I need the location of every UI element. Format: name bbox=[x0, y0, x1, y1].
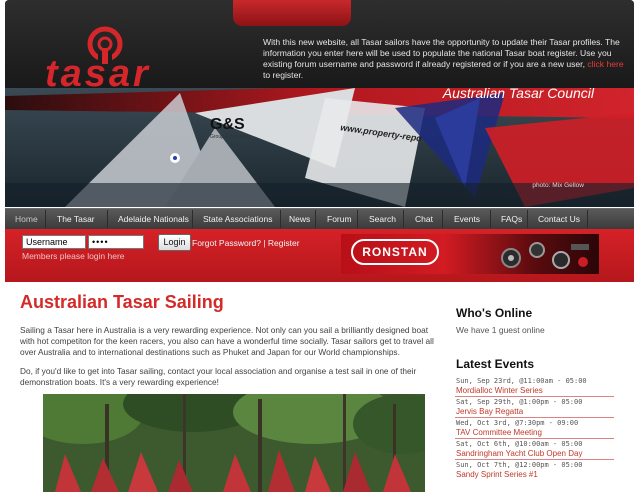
nav-faqs[interactable]: FAQs bbox=[501, 214, 522, 224]
nav-news[interactable]: News bbox=[289, 214, 310, 224]
site-header: tasar With this new website, all Tasar s… bbox=[5, 0, 634, 207]
forgot-password-link[interactable]: Forgot Password? bbox=[192, 238, 261, 248]
guest-count: We have 1 guest online bbox=[456, 325, 545, 335]
nav-search[interactable]: Search bbox=[369, 214, 396, 224]
login-bar: Login Forgot Password? | Register Member… bbox=[5, 229, 634, 282]
intro-paragraph: Sailing a Tasar here in Australia is a v… bbox=[20, 325, 434, 357]
event-title-link[interactable]: Jervis Bay Regatta bbox=[456, 407, 523, 416]
event-title-link[interactable]: Sandringham Yacht Club Open Day bbox=[456, 449, 582, 458]
nav-home[interactable]: Home bbox=[15, 214, 38, 224]
event-date: Wed, Oct 3rd, @7:30pm - 09:00 bbox=[456, 419, 579, 427]
nav-divider bbox=[587, 210, 588, 228]
event-date: Sat, Sep 29th, @1:00pm - 05:00 bbox=[456, 398, 583, 406]
ronstan-ad-banner[interactable]: RONSTAN bbox=[341, 234, 599, 274]
password-input[interactable] bbox=[88, 235, 144, 249]
event-divider bbox=[455, 417, 614, 418]
nav-forum[interactable]: Forum bbox=[327, 214, 352, 224]
intro-text: With this new website, all Tasar sailors… bbox=[263, 37, 624, 80]
nav-the-tasar[interactable]: The Tasar bbox=[57, 214, 95, 224]
page-title: Australian Tasar Sailing bbox=[20, 292, 224, 312]
members-note: Members please login here bbox=[22, 251, 125, 261]
event-title-link[interactable]: TAV Committee Meeting bbox=[456, 428, 542, 437]
nav-divider bbox=[442, 210, 443, 228]
nav-divider bbox=[192, 210, 193, 228]
nav-divider bbox=[45, 210, 46, 228]
event-divider bbox=[455, 396, 614, 397]
event-divider bbox=[455, 459, 614, 460]
sailing-hardware-icon bbox=[501, 242, 589, 269]
sailing-banner-image bbox=[5, 88, 634, 207]
sail-sponsor-sub: Group 4 Securicor bbox=[210, 134, 251, 140]
test-sail-paragraph: Do, if you'd like to get into Tasar sail… bbox=[20, 366, 417, 387]
nav-divider bbox=[315, 210, 316, 228]
nav-events[interactable]: Events bbox=[454, 214, 480, 224]
nav-divider bbox=[490, 210, 491, 228]
nav-divider bbox=[107, 210, 108, 228]
photo-credit: photo: Mix Gellow bbox=[532, 182, 584, 189]
register-link[interactable]: click here bbox=[587, 59, 623, 69]
nav-state-associations[interactable]: State Associations bbox=[203, 214, 272, 224]
nav-divider bbox=[403, 210, 404, 228]
header-top-tab bbox=[233, 0, 351, 26]
nav-adelaide-nationals[interactable]: Adelaide Nationals bbox=[118, 214, 189, 224]
boats-on-beach-photo bbox=[43, 394, 425, 492]
nav-divider bbox=[527, 210, 528, 228]
sail-sponsor-logo: G&S bbox=[210, 116, 245, 133]
nav-divider bbox=[357, 210, 358, 228]
event-date: Sat, Oct 6th, @10:00am - 05:00 bbox=[456, 440, 583, 448]
event-date: Sun, Oct 7th, @12:00pm - 05:00 bbox=[456, 461, 583, 469]
event-divider bbox=[455, 438, 614, 439]
login-links: Forgot Password? | Register bbox=[192, 238, 300, 248]
latest-events-heading: Latest Events bbox=[456, 357, 535, 371]
whos-online-heading: Who's Online bbox=[456, 306, 533, 320]
login-button[interactable]: Login bbox=[158, 234, 191, 251]
event-title-link[interactable]: Sandy Sprint Series #1 bbox=[456, 470, 538, 479]
register-nav-link[interactable]: Register bbox=[268, 238, 300, 248]
username-input[interactable] bbox=[22, 235, 86, 249]
main-nav: Home The Tasar Adelaide Nationals State … bbox=[5, 208, 634, 229]
nav-chat[interactable]: Chat bbox=[415, 214, 433, 224]
nav-divider bbox=[280, 210, 281, 228]
council-title: Australian Tasar Council bbox=[442, 85, 594, 101]
ronstan-logo: RONSTAN bbox=[351, 239, 439, 265]
event-title-link[interactable]: Mordialloc Winter Series bbox=[456, 386, 543, 395]
nav-contact-us[interactable]: Contact Us bbox=[538, 214, 580, 224]
event-date: Sun, Sep 23rd, @11:00am - 05:00 bbox=[456, 377, 587, 385]
